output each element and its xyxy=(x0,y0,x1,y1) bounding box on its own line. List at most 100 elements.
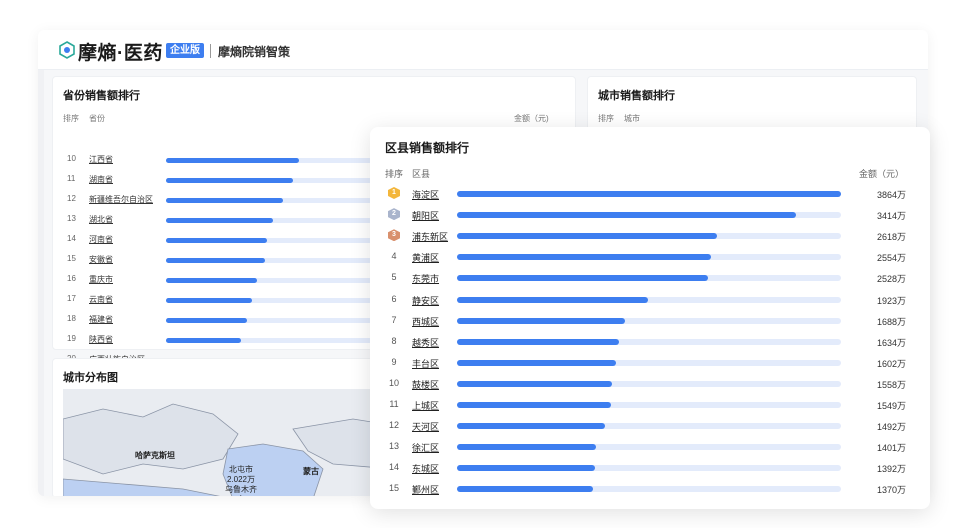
district-row[interactable]: 2 朝阳区 3414万 xyxy=(370,205,930,226)
product-name: 摩熵院销智策 xyxy=(218,45,291,59)
province-name-link[interactable]: 新疆维吾尔自治区 xyxy=(89,194,153,205)
district-bar-track xyxy=(457,359,841,366)
district-bar-track xyxy=(457,402,841,408)
province-name-link[interactable]: 河南省 xyxy=(89,234,113,245)
province-name-link[interactable]: 陕西省 xyxy=(89,334,113,345)
district-name-link[interactable]: 西城区 xyxy=(412,315,439,328)
district-amount: 1602万 xyxy=(876,358,906,369)
province-bar-fill xyxy=(166,338,242,343)
province-ranking-title: 省份销售额排行 xyxy=(63,90,140,102)
district-name-link[interactable]: 浦东新区 xyxy=(412,230,448,243)
district-amount: 2528万 xyxy=(876,274,906,285)
district-amount: 2554万 xyxy=(876,253,906,264)
district-row[interactable]: 10 鼓楼区 1558万 xyxy=(370,374,930,395)
province-name-link[interactable]: 安徽省 xyxy=(89,254,113,265)
district-row[interactable]: 4 黄浦区 2554万 xyxy=(370,247,930,268)
district-bar-fill xyxy=(457,254,711,261)
district-name-link[interactable]: 越秀区 xyxy=(412,336,439,349)
district-col-rank: 排序 xyxy=(385,169,404,179)
district-name-link[interactable]: 朝阳区 xyxy=(412,209,439,222)
district-row[interactable]: 14 东城区 1392万 xyxy=(370,458,930,479)
district-amount: 1923万 xyxy=(876,295,906,306)
district-name-link[interactable]: 东城区 xyxy=(412,462,439,475)
district-row[interactable]: 6 静安区 1923万 xyxy=(370,290,930,311)
map-label-kazakhstan: 哈萨克斯坦 xyxy=(135,451,175,460)
district-name-link[interactable]: 鄞州区 xyxy=(412,483,439,496)
province-name-link[interactable]: 云南省 xyxy=(89,294,113,305)
district-name-link[interactable]: 海淀区 xyxy=(412,188,439,201)
district-name-link[interactable]: 丰台区 xyxy=(412,357,439,370)
rank-medal-icon: 1 xyxy=(388,187,400,199)
province-name-link[interactable]: 江西省 xyxy=(89,154,113,165)
district-bar-track xyxy=(457,254,841,261)
rank-medal-icon: 3 xyxy=(388,229,400,242)
district-row[interactable]: 7 西城区 1688万 xyxy=(370,311,930,332)
province-rank: 12 xyxy=(67,194,76,203)
province-name-link[interactable]: 重庆市 xyxy=(89,274,113,285)
district-row[interactable]: 1 海淀区 3864万 xyxy=(370,184,930,205)
district-amount: 1549万 xyxy=(876,401,906,411)
district-amount: 3864万 xyxy=(876,190,906,200)
district-name-link[interactable]: 上城区 xyxy=(412,399,439,412)
district-rank: 9 xyxy=(391,356,397,367)
province-bar-fill xyxy=(166,158,299,163)
district-row[interactable]: 15 鄞州区 1370万 xyxy=(370,479,930,500)
city-ranking-title: 城市销售额排行 xyxy=(598,90,675,102)
province-col-rank: 排序 xyxy=(63,114,79,123)
district-row[interactable]: 12 天河区 1492万 xyxy=(370,416,930,437)
district-name-link[interactable]: 鼓楼区 xyxy=(412,378,439,391)
district-col-amount: 金额（元） xyxy=(859,169,905,179)
district-bar-track xyxy=(457,212,841,219)
district-bar-fill xyxy=(457,444,597,451)
edition-badge: 企业版 xyxy=(166,43,204,58)
province-bar-fill xyxy=(166,218,273,223)
map-marker-next: 乌鲁木齐市 xyxy=(225,485,257,496)
top-bar: 摩熵·医药 企业版 摩熵院销智策 xyxy=(38,30,928,70)
district-row[interactable]: 3 浦东新区 2618万 xyxy=(370,226,930,247)
province-bar-fill xyxy=(166,258,265,263)
province-rank: 13 xyxy=(67,214,76,223)
province-rank: 11 xyxy=(67,174,76,183)
district-row[interactable]: 13 徐汇区 1401万 xyxy=(370,437,930,458)
province-rank: 10 xyxy=(67,154,76,163)
district-row[interactable]: 8 越秀区 1634万 xyxy=(370,332,930,353)
district-name-link[interactable]: 徐汇区 xyxy=(412,441,439,454)
district-amount: 2618万 xyxy=(876,232,906,243)
left-edge xyxy=(38,70,44,496)
province-name-link[interactable]: 福建省 xyxy=(89,314,113,325)
brand-name: 摩熵·医药 xyxy=(78,43,163,64)
province-name-link[interactable]: 湖南省 xyxy=(89,174,113,185)
district-amount: 1688万 xyxy=(876,316,906,327)
district-bar-track xyxy=(457,465,841,472)
city-col-name: 城市 xyxy=(624,114,640,123)
district-bar-track xyxy=(457,338,841,345)
province-rank: 14 xyxy=(67,234,76,243)
district-name-link[interactable]: 静安区 xyxy=(412,294,439,307)
district-bar-track xyxy=(457,486,841,493)
map-marker-beitun[interactable]: 北屯市 2.022万 乌鲁木齐市 xyxy=(223,465,259,496)
province-name-link[interactable]: 湖北省 xyxy=(89,214,113,225)
district-ranking-title: 区县销售额排行 xyxy=(385,141,470,155)
district-bar-fill xyxy=(457,380,612,387)
district-bar-track xyxy=(457,191,841,197)
district-bar-fill xyxy=(457,191,841,197)
district-ranking-card: 区县销售额排行 排序 区县 金额（元） 1 海淀区 3864万 2 朝阳区 3414万 3 浦… xyxy=(370,127,930,509)
district-row[interactable]: 5 东莞市 2528万 xyxy=(370,268,930,289)
district-bar-fill xyxy=(457,212,797,219)
district-bar-fill xyxy=(457,233,718,240)
district-name-link[interactable]: 天河区 xyxy=(412,420,439,433)
district-bar-fill xyxy=(457,296,649,303)
district-bar-track xyxy=(457,380,841,387)
district-amount: 1370万 xyxy=(876,485,906,496)
district-bar-fill xyxy=(457,423,606,430)
district-rank: 12 xyxy=(388,420,399,431)
district-row[interactable]: 11 上城区 1549万 xyxy=(370,395,930,416)
district-name-link[interactable]: 黄浦区 xyxy=(412,251,439,264)
province-rank: 19 xyxy=(67,334,76,343)
district-rank: 4 xyxy=(391,251,397,262)
district-amount: 3414万 xyxy=(876,211,906,222)
district-bar-fill xyxy=(457,486,594,493)
province-rank: 17 xyxy=(67,294,76,303)
district-row[interactable]: 9 丰台区 1602万 xyxy=(370,353,930,374)
district-name-link[interactable]: 东莞市 xyxy=(412,272,439,285)
